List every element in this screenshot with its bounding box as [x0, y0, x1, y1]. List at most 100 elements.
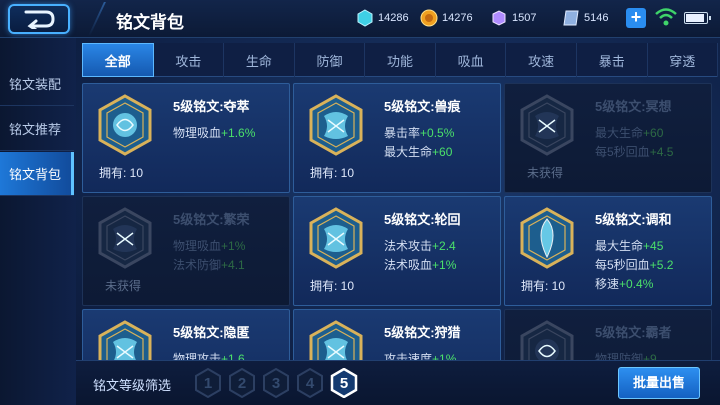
title-separator — [88, 2, 106, 36]
owned-count: 拥有: 10 — [521, 279, 566, 293]
tab-4[interactable]: 功能 — [365, 43, 436, 77]
level-filter-5[interactable]: 5 — [330, 368, 358, 398]
stat-label: 法术吸血 — [384, 258, 433, 272]
level-filter-2[interactable]: 2 — [228, 368, 256, 398]
diamond-value: 14286 — [378, 12, 409, 24]
inscription-card[interactable]: 5级铭文:繁荣 物理吸血+1% 法术防御+4.1 未获得 — [82, 196, 290, 306]
stat-label: 移速 — [595, 277, 620, 291]
level-number: 5 — [339, 375, 349, 392]
inscription-stat: 暴击率+0.5% — [384, 124, 454, 141]
stat-value: +0.5% — [420, 126, 455, 140]
sidebar-item-recommend[interactable]: 铭文推荐 — [0, 107, 74, 151]
level-filter-4[interactable]: 4 — [296, 368, 324, 398]
inscription-card[interactable]: 5级铭文:霸者物理防御+9 — [504, 309, 712, 360]
back-arrow-icon — [24, 10, 55, 29]
stat-value: +1% — [221, 239, 246, 253]
level-filter-1[interactable]: 1 — [194, 368, 222, 398]
batch-sell-button[interactable]: 批量出售 — [618, 367, 700, 399]
stat-label: 最大生命 — [384, 145, 433, 159]
inscription-name: 5级铭文:繁荣 — [173, 212, 250, 227]
sidebar-item-bag[interactable]: 铭文背包 — [0, 152, 74, 196]
tab-6[interactable]: 攻速 — [506, 43, 577, 77]
stat-label: 最大生命 — [595, 126, 644, 140]
stat-value: +0.4% — [619, 277, 654, 291]
inscription-card[interactable]: 5级铭文:隐匿物理攻击+1.6 — [82, 309, 290, 360]
stat-label: 法术防御 — [173, 258, 222, 272]
tab-0[interactable]: 全部 — [82, 43, 154, 77]
inscription-stat: 每5秒回血+5.2 — [595, 256, 673, 273]
gold-value: 14276 — [442, 12, 473, 24]
inscription-name: 5级铭文:隐匿 — [173, 325, 250, 340]
inscription-emblem-icon — [97, 320, 153, 360]
level-number: 2 — [237, 375, 247, 392]
diamond-counter: 14286 — [356, 8, 409, 28]
stat-value: +1.6 — [221, 352, 245, 360]
tab-5[interactable]: 吸血 — [436, 43, 507, 77]
inscription-stat: 最大生命+45 — [595, 237, 663, 254]
inscription-card[interactable]: 5级铭文:夺萃 物理吸血+1.6% 拥有: 10 — [82, 83, 290, 193]
top-bar: 铭文背包 14286 14276 1507 5146 + — [0, 0, 720, 38]
owned-count: 未获得 — [527, 166, 564, 180]
stat-label: 法术攻击 — [384, 239, 433, 253]
inscription-stat: 物理攻击+1.6 — [173, 350, 245, 360]
recharge-plus-button[interactable]: + — [626, 8, 646, 28]
tab-1[interactable]: 攻击 — [154, 43, 225, 77]
inscription-stat: 法术攻击+2.4 — [384, 237, 456, 254]
stat-value: +2.4 — [432, 239, 456, 253]
stat-label: 物理吸血 — [173, 126, 222, 140]
inscription-card[interactable]: 5级铭文:狩猎 攻击速度+1% — [293, 309, 501, 360]
level-filter-label: 铭文等级筛选 — [93, 378, 172, 393]
inscription-emblem-icon — [519, 94, 575, 156]
tab-2[interactable]: 生命 — [224, 43, 295, 77]
inscription-name: 5级铭文:狩猎 — [384, 325, 461, 340]
sidebar-item-equip[interactable]: 铭文装配 — [0, 62, 74, 106]
inscription-emblem-icon — [308, 320, 364, 360]
inscription-card[interactable]: 5级铭文:调和 最大生命+45 每5秒回血+5.2 移速+0.4% 拥有: 10 — [504, 196, 712, 306]
diamond-icon — [357, 9, 373, 27]
owned-count: 拥有: 10 — [310, 166, 355, 180]
inscription-card[interactable]: 5级铭文:轮回 法术攻击+2.4 法术吸血+1% 拥有: 10 — [293, 196, 501, 306]
stat-value: +4.5 — [649, 145, 674, 159]
inscription-name: 5级铭文:兽痕 — [384, 99, 461, 114]
level-filter-3[interactable]: 3 — [262, 368, 290, 398]
level-number: 3 — [271, 375, 281, 392]
stat-label: 物理吸血 — [173, 239, 222, 253]
inscription-stat: 最大生命+60 — [595, 124, 663, 141]
owned-count: 拥有: 10 — [310, 279, 355, 293]
stat-value: +5.2 — [649, 258, 674, 272]
inscription-name: 5级铭文:霸者 — [595, 325, 672, 340]
back-button[interactable] — [8, 4, 70, 34]
stat-value: +9 — [643, 352, 657, 360]
tab-3[interactable]: 防御 — [295, 43, 366, 77]
stat-label: 物理防御 — [595, 352, 644, 360]
inscription-card[interactable]: 5级铭文:兽痕 暴击率+0.5% 最大生命+60 拥有: 10 — [293, 83, 501, 193]
stat-value: +4.1 — [221, 258, 245, 272]
gem-icon — [492, 10, 506, 26]
stat-value: +45 — [643, 239, 664, 253]
inscription-emblem-icon — [308, 207, 364, 269]
inscription-grid: 5级铭文:夺萃 物理吸血+1.6% 拥有: 10 5级铭文:兽痕 暴击率+0.5% 最大生… — [82, 83, 718, 360]
tab-7[interactable]: 暴击 — [577, 43, 648, 77]
page-title: 铭文背包 — [116, 13, 184, 32]
inscription-card[interactable]: 5级铭文:冥想 最大生命+60 每5秒回血+4.5 未获得 — [504, 83, 712, 193]
stat-label: 每5秒回血 — [595, 258, 650, 272]
stat-value: +60 — [432, 145, 453, 159]
sidebar: 铭文装配 铭文推荐 铭文背包 — [0, 38, 76, 405]
sidebar-item-label: 铭文背包 — [9, 167, 62, 182]
stat-label: 暴击率 — [384, 126, 421, 140]
inscription-name: 5级铭文:冥想 — [595, 99, 672, 114]
stat-value: +1% — [432, 258, 457, 272]
gem-value: 1507 — [512, 12, 537, 24]
level-number: 4 — [305, 375, 315, 392]
inscription-stat: 物理防御+9 — [595, 350, 657, 360]
sidebar-item-label: 铭文推荐 — [9, 122, 62, 137]
tab-8[interactable]: 穿透 — [648, 43, 719, 77]
level-number: 1 — [203, 375, 213, 392]
inscription-emblem-icon — [519, 320, 575, 360]
voucher-value: 5146 — [584, 12, 609, 24]
inscription-stat: 法术吸血+1% — [384, 256, 456, 273]
battery-icon — [684, 12, 711, 24]
stat-label: 攻击速度 — [384, 352, 433, 360]
stat-label: 每5秒回血 — [595, 145, 650, 159]
gem-counter: 1507 — [490, 8, 536, 28]
